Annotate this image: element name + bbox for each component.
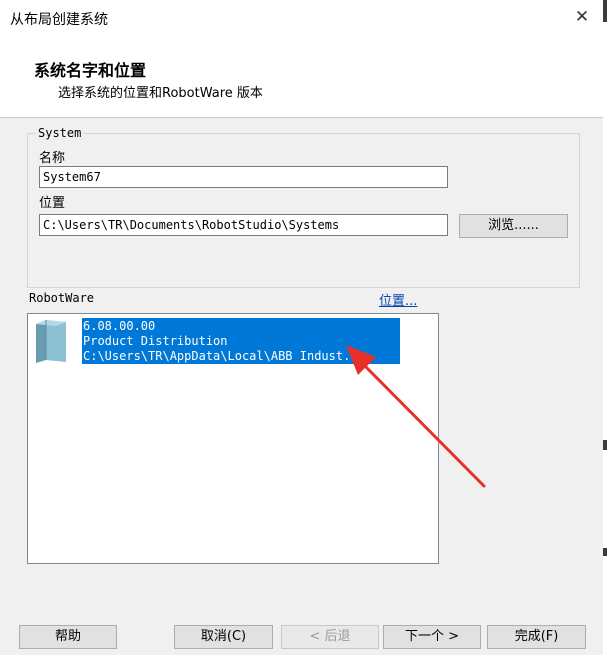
page-title: 系统名字和位置 (34, 61, 147, 80)
help-button[interactable]: 帮助 (19, 625, 117, 649)
title-bar: 从布局创建系统 ✕ (0, 0, 607, 38)
page-subtitle: 选择系统的位置和RobotWare 版本 (58, 86, 263, 101)
window-title: 从布局创建系统 (10, 12, 108, 28)
robotware-label: RobotWare (29, 291, 95, 305)
system-group-label: System (36, 126, 84, 140)
robotware-location-link[interactable]: 位置... (379, 290, 417, 309)
folder-icon (36, 320, 66, 363)
next-button[interactable]: 下一个 > (383, 625, 481, 649)
system-group (27, 133, 580, 288)
finish-button[interactable]: 完成(F) (487, 625, 586, 649)
list-item[interactable]: 6.08.00.00 Product Distribution C:\Users… (82, 318, 400, 364)
system-location-field[interactable]: C:\Users\TR\Documents\RobotStudio\System… (39, 214, 448, 236)
system-name-field[interactable]: System67 (39, 166, 448, 188)
name-label: 名称 (39, 151, 66, 166)
close-icon[interactable]: ✕ (572, 5, 592, 29)
wizard-header: 系统名字和位置 选择系统的位置和RobotWare 版本 (0, 38, 607, 118)
cancel-button[interactable]: 取消(C) (174, 625, 273, 649)
back-button[interactable]: < 后退 (281, 625, 379, 649)
browse-button[interactable]: 浏览...... (459, 214, 568, 238)
robotware-path: C:\Users\TR\AppData\Local\ABB Indust... (83, 349, 365, 363)
robotware-distribution: Product Distribution (83, 334, 228, 348)
robotware-version: 6.08.00.00 (83, 319, 156, 333)
window-edge (603, 0, 607, 655)
location-label: 位置 (39, 196, 66, 211)
